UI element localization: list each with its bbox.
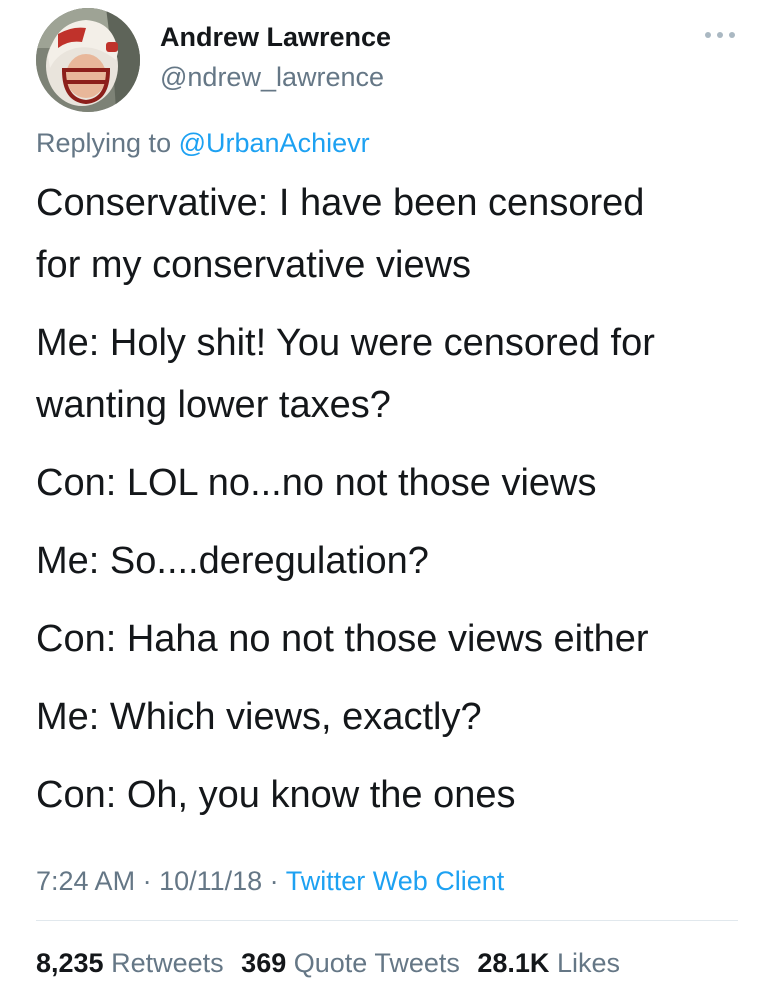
retweets-label: Retweets [111, 948, 224, 978]
tweet-line: for my conservative views [36, 244, 472, 286]
tweet-date[interactable]: 10/11/18 [159, 866, 262, 896]
meta-separator: · [135, 866, 160, 896]
tweet-line: Me: Which views, exactly? [36, 696, 482, 738]
tweet-line: Me: Holy shit! You were censored for [36, 322, 655, 364]
avatar-photo-icon [36, 8, 140, 112]
quote-tweets-count: 369 [241, 948, 287, 978]
reply-mention-link[interactable]: @UrbanAchievr [179, 128, 370, 158]
author-name[interactable]: Andrew Lawrence [160, 22, 391, 53]
replying-to: Replying to @UrbanAchievr [36, 128, 370, 159]
tweet-line: Con: Oh, you know the ones [36, 774, 516, 816]
tweet-metadata: 7:24 AM · 10/11/18 · Twitter Web Client [36, 866, 504, 897]
likes-label: Likes [556, 948, 620, 978]
tweet-line: Con: LOL no...no not those views [36, 462, 597, 504]
likes-stat[interactable]: 28.1K Likes [477, 948, 620, 978]
more-options-icon[interactable] [702, 28, 738, 42]
tweet-client-link[interactable]: Twitter Web Client [286, 866, 505, 896]
meta-separator: · [262, 866, 286, 896]
tweet-card: Andrew Lawrence @ndrew_lawrence Replying… [0, 0, 775, 1000]
quote-tweets-stat[interactable]: 369 Quote Tweets [241, 948, 460, 978]
tweet-time[interactable]: 7:24 AM [36, 866, 135, 896]
author-avatar[interactable] [36, 8, 140, 112]
tweet-line: Me: So....deregulation? [36, 540, 429, 582]
quote-tweets-label: Quote Tweets [293, 948, 460, 978]
tweet-line: Conservative: I have been censored [36, 182, 645, 224]
author-handle[interactable]: @ndrew_lawrence [160, 62, 384, 93]
retweets-stat[interactable]: 8,235 Retweets [36, 948, 224, 978]
tweet-text: Conservative: I have been censored for m… [36, 172, 756, 826]
divider [36, 920, 738, 921]
retweets-count: 8,235 [36, 948, 104, 978]
tweet-line: Con: Haha no not those views either [36, 618, 649, 660]
likes-count: 28.1K [477, 948, 550, 978]
tweet-line: wanting lower taxes? [36, 384, 391, 426]
replying-to-label: Replying to [36, 128, 172, 158]
tweet-stats: 8,235 Retweets 369 Quote Tweets 28.1K Li… [36, 948, 630, 979]
